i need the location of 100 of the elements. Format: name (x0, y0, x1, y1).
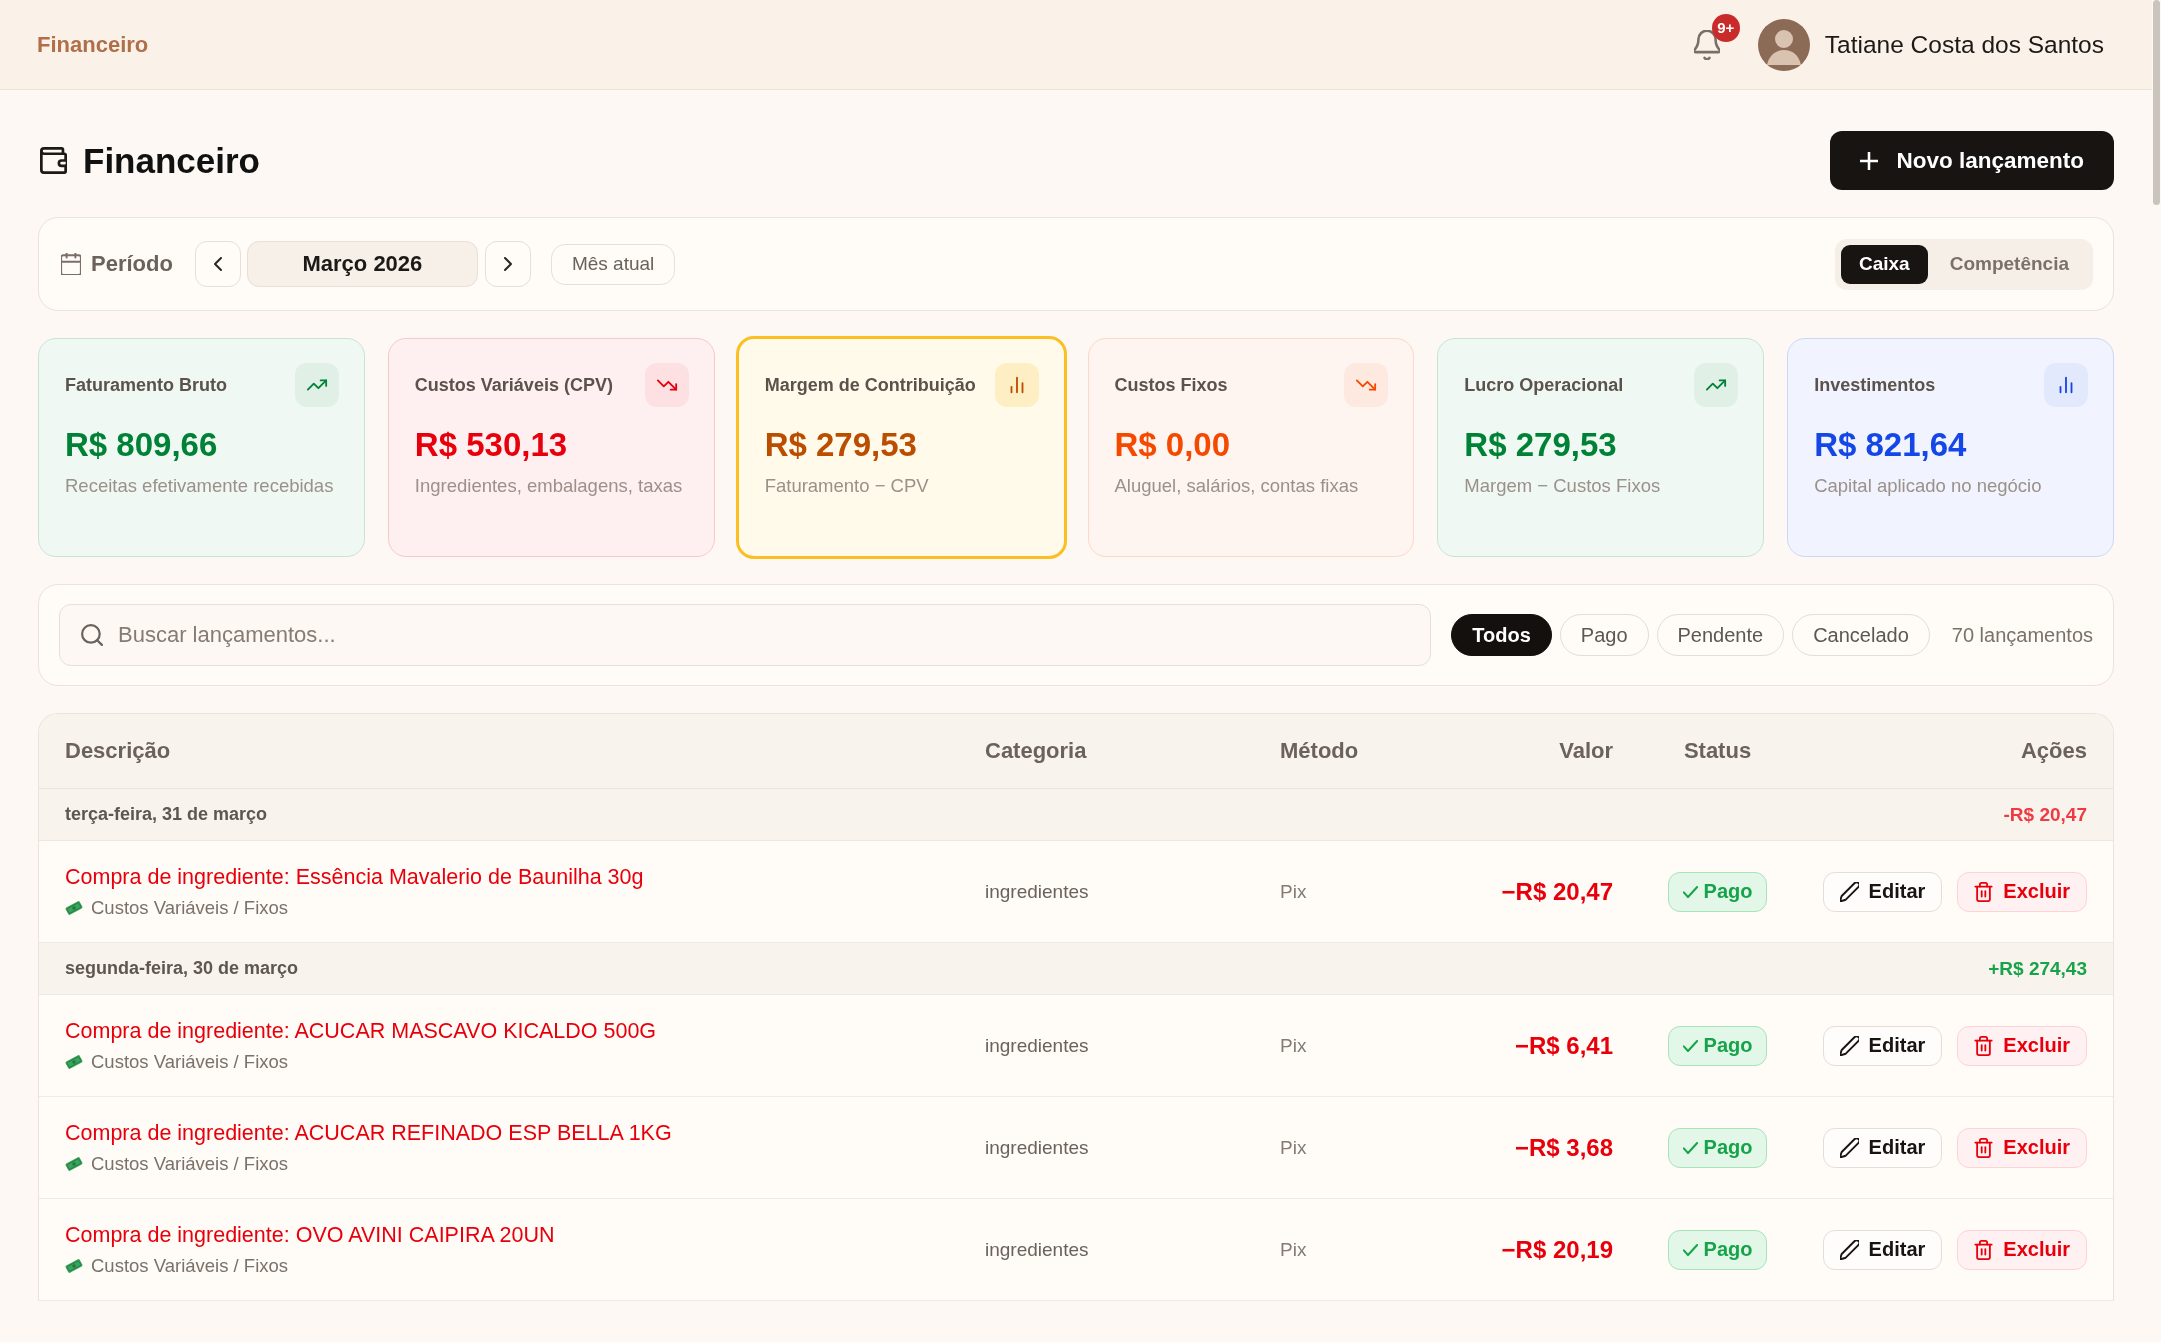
entry-description: Compra de ingrediente: OVO AVINI CAIPIRA 20UN (65, 1222, 555, 1249)
check-icon (1682, 1243, 1698, 1256)
method-text: Pix (1280, 1238, 1307, 1261)
check-icon (1682, 1039, 1698, 1052)
plus-icon (1860, 151, 1879, 170)
entry-subcategory: Custos Variáveis / Fixos (91, 1254, 289, 1278)
edit-button[interactable]: Editar (1822, 1127, 1943, 1168)
entry-description: Compra de ingrediente: ACUCAR REFINADO ESP BELLA 1KG (65, 1120, 672, 1147)
amount-text: −R$ 20,47 (1501, 877, 1613, 906)
delete-button[interactable]: Excluir (1957, 1229, 2087, 1270)
category-text: ingredientes (985, 1136, 1089, 1159)
card-note: Receitas efetivamente recebidas (65, 474, 335, 498)
card-note: Faturamento − CPV (764, 474, 930, 498)
entry-subcategory: Custos Variáveis / Fixos (91, 896, 289, 920)
status-filter[interactable]: Todos (1451, 614, 1552, 656)
entry-description: Compra de ingrediente: Essência Mavalerio de Baunilha 30g (65, 864, 644, 891)
column-header: Valor (1559, 738, 1613, 764)
chevron-right-icon (503, 257, 512, 271)
card-note: Ingredientes, embalagens, taxas (414, 474, 684, 498)
check-icon (1682, 1141, 1698, 1154)
period-label: Período (91, 251, 173, 277)
method-text: Pix (1280, 1136, 1307, 1159)
previous-month-button[interactable] (194, 241, 241, 287)
notification-badge: 9+ (1711, 13, 1740, 42)
card-value: R$ 821,64 (1814, 425, 1968, 465)
column-header: Método (1280, 738, 1360, 764)
pencil-icon (1839, 1137, 1859, 1158)
amount-text: −R$ 6,41 (1514, 1031, 1613, 1060)
trend-down-icon (1344, 363, 1389, 407)
bar-chart-icon (994, 363, 1039, 407)
trash-icon (1974, 1239, 1994, 1260)
pencil-icon (1839, 1035, 1859, 1056)
card-value: R$ 0,00 (1114, 425, 1232, 465)
card-value: R$ 279,53 (764, 425, 918, 465)
amount-text: −R$ 3,68 (1514, 1133, 1613, 1162)
group-total: -R$ 20,47 (2003, 803, 2087, 826)
status-filter[interactable]: Pago (1559, 614, 1649, 656)
column-header: Status (1683, 738, 1752, 764)
status-text: Pago (1703, 1238, 1753, 1261)
card-title: Custos Variáveis (CPV) (414, 373, 613, 397)
category-text: ingredientes (985, 880, 1089, 903)
new-entry-button[interactable]: Novo lançamento (1830, 131, 2114, 190)
card-value: R$ 279,53 (1464, 425, 1618, 465)
trend-down-icon (644, 363, 689, 407)
check-icon (1682, 885, 1698, 898)
amount-text: −R$ 20,19 (1501, 1235, 1613, 1264)
method-text: Pix (1280, 1034, 1307, 1057)
pencil-icon (1839, 881, 1859, 902)
wallet-icon (40, 147, 67, 174)
bar-chart-icon (2044, 363, 2088, 407)
trash-icon (1974, 1035, 1994, 1056)
delete-button[interactable]: Excluir (1957, 1127, 2087, 1168)
column-header: Descrição (65, 738, 172, 764)
category-text: ingredientes (985, 1238, 1089, 1261)
column-header: Categoria (985, 738, 1088, 764)
trash-icon (1974, 881, 1994, 902)
method-text: Pix (1280, 880, 1307, 903)
card-title: Margem de Contribuição (764, 373, 976, 397)
card-title: Custos Fixos (1114, 373, 1228, 397)
app-title: Financeiro (37, 31, 149, 58)
card-value: R$ 530,13 (414, 425, 569, 465)
search-field[interactable]: Buscar lançamentos... (59, 604, 1432, 666)
trend-up-icon (1694, 363, 1739, 407)
search-icon (81, 624, 103, 646)
entry-count: 70 lançamentos (1951, 623, 2093, 647)
scrollbar-thumb[interactable] (2153, 0, 2160, 205)
user-name: Tatiane Costa dos Santos (1824, 30, 2104, 59)
delete-button[interactable]: Excluir (1957, 1025, 2087, 1066)
card-note: Margem − Custos Fixos (1464, 474, 1662, 498)
chevron-left-icon (213, 257, 222, 271)
pencil-icon (1839, 1239, 1859, 1260)
mode-tab[interactable]: Caixa (1841, 244, 1928, 284)
mode-tab[interactable]: Competência (1931, 244, 2087, 284)
edit-button[interactable]: Editar (1822, 1229, 1943, 1270)
card-title: Lucro Operacional (1464, 373, 1624, 397)
card-title: Investimentos (1814, 373, 1936, 397)
status-text: Pago (1703, 1034, 1753, 1057)
status-filter[interactable]: Pendente (1656, 614, 1785, 656)
group-date: terça-feira, 31 de março (65, 804, 268, 825)
status-filter[interactable]: Cancelado (1792, 614, 1930, 656)
current-month-button[interactable]: Mês atual (550, 243, 676, 285)
group-date: segunda-feira, 30 de março (65, 958, 299, 979)
category-text: ingredientes (985, 1034, 1089, 1057)
edit-button[interactable]: Editar (1822, 871, 1943, 912)
month-selector[interactable]: Março 2026 (246, 241, 478, 287)
next-month-button[interactable] (484, 241, 531, 287)
entry-subcategory: Custos Variáveis / Fixos (91, 1152, 289, 1176)
edit-button[interactable]: Editar (1822, 1025, 1943, 1066)
status-text: Pago (1703, 880, 1753, 903)
page-title: Financeiro (83, 140, 260, 181)
trend-up-icon (294, 363, 339, 407)
card-title: Faturamento Bruto (65, 373, 227, 397)
group-total: +R$ 274,43 (1988, 957, 2087, 980)
card-value: R$ 809,66 (65, 425, 219, 465)
card-note: Aluguel, salários, contas fixas (1114, 474, 1360, 498)
trash-icon (1974, 1137, 1994, 1158)
delete-button[interactable]: Excluir (1957, 871, 2087, 912)
entry-description: Compra de ingrediente: ACUCAR MASCAVO KICALDO 500G (65, 1018, 657, 1045)
status-text: Pago (1703, 1136, 1753, 1159)
entry-subcategory: Custos Variáveis / Fixos (91, 1050, 289, 1074)
